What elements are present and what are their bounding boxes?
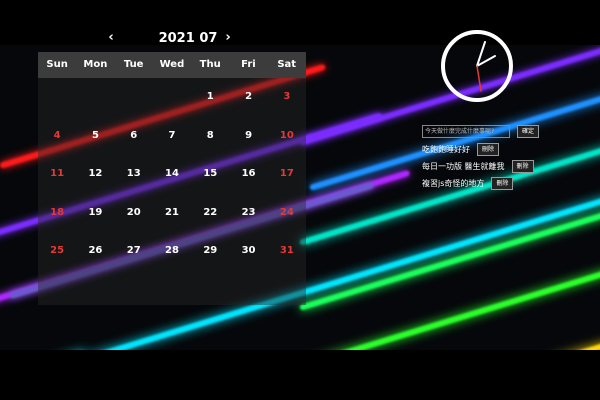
- todo-input[interactable]: [422, 124, 510, 138]
- weekday-header-row: Sun Mon Tue Wed Thu Fri Sat: [38, 52, 306, 78]
- calendar-day[interactable]: 2: [229, 78, 267, 117]
- calendar-day[interactable]: 21: [153, 194, 191, 233]
- calendar-day[interactable]: 23: [229, 194, 267, 233]
- analog-clock: [441, 30, 513, 102]
- month-number: 07: [199, 31, 218, 46]
- calendar-day[interactable]: 6: [115, 117, 153, 156]
- calendar-day[interactable]: 20: [115, 194, 153, 233]
- calendar-day[interactable]: 16: [229, 155, 267, 194]
- calendar-day[interactable]: 19: [76, 194, 114, 233]
- weekday-label: Sat: [277, 59, 297, 70]
- calendar-day[interactable]: 8: [191, 117, 229, 156]
- calendar-day[interactable]: 27: [115, 232, 153, 271]
- todo-list: 確定 吃飽飽睡好好 刪除 每日一功版 醫生就離我 刪除 複習js奇怪的地方 刪除: [422, 124, 562, 194]
- calendar-day[interactable]: 10: [268, 117, 306, 156]
- todo-input-row: 確定: [422, 124, 562, 138]
- delete-button[interactable]: 刪除: [477, 143, 500, 156]
- todo-item-text: 吃飽飽睡好好: [422, 145, 470, 154]
- calendar-day[interactable]: 12: [76, 155, 114, 194]
- delete-button[interactable]: 刪除: [491, 177, 514, 190]
- calendar-empty-cell: [76, 78, 114, 117]
- weekday-label: Wed: [159, 59, 185, 70]
- weekday-label: Fri: [241, 59, 256, 70]
- delete-button[interactable]: 刪除: [511, 160, 534, 173]
- calendar-day[interactable]: 29: [191, 232, 229, 271]
- calendar-day[interactable]: 28: [153, 232, 191, 271]
- calendar-day[interactable]: 9: [229, 117, 267, 156]
- chevron-right-icon[interactable]: ›: [219, 28, 237, 48]
- calendar-day[interactable]: 24: [268, 194, 306, 233]
- todo-item: 每日一功版 醫生就離我 刪除: [422, 160, 562, 173]
- calendar-day[interactable]: 3: [268, 78, 306, 117]
- calendar-day[interactable]: 1: [191, 78, 229, 117]
- calendar-day[interactable]: 31: [268, 232, 306, 271]
- weekday-label: Mon: [83, 59, 108, 70]
- calendar-day[interactable]: 25: [38, 232, 76, 271]
- calendar-day[interactable]: 7: [153, 117, 191, 156]
- weekday-label: Thu: [199, 59, 221, 70]
- todo-item-text: 複習js奇怪的地方: [422, 179, 485, 188]
- todo-item: 複習js奇怪的地方 刪除: [422, 177, 562, 190]
- neon-stripe: [299, 208, 600, 311]
- calendar-day[interactable]: 5: [76, 117, 114, 156]
- neon-stripe: [449, 331, 600, 350]
- calendar-day[interactable]: 17: [268, 155, 306, 194]
- calendar-day[interactable]: 18: [38, 194, 76, 233]
- weekday-label: Sun: [46, 59, 68, 70]
- calendar-empty-cell: [38, 78, 76, 117]
- calendar-day[interactable]: 26: [76, 232, 114, 271]
- calendar-empty-cell: [115, 78, 153, 117]
- calendar-day[interactable]: 11: [38, 155, 76, 194]
- second-hand: [476, 65, 482, 92]
- calendar-day[interactable]: 15: [191, 155, 229, 194]
- calendar-day[interactable]: 30: [229, 232, 267, 271]
- weekday-label: Tue: [123, 59, 144, 70]
- calendar-day[interactable]: 4: [38, 117, 76, 156]
- confirm-button[interactable]: 確定: [517, 124, 540, 138]
- calendar-empty-cell: [153, 78, 191, 117]
- calendar-day[interactable]: 14: [153, 155, 191, 194]
- year-label: 2021: [158, 31, 195, 46]
- calendar-grid: 1 2 3 4 5 6 7 8 9 10 11 12 13 14 15 16 17 18 19 20 21 22 23 24 2…: [38, 78, 306, 305]
- todo-item: 吃飽飽睡好好 刪除: [422, 143, 562, 156]
- calendar-day[interactable]: 22: [191, 194, 229, 233]
- todo-item-text: 每日一功版 醫生就離我: [422, 162, 505, 171]
- month-label: 2021 07: [148, 31, 228, 46]
- chevron-left-icon[interactable]: ‹: [102, 28, 120, 48]
- calendar-day[interactable]: 13: [115, 155, 153, 194]
- calendar-header: ‹ 2021 07 ›: [38, 26, 306, 52]
